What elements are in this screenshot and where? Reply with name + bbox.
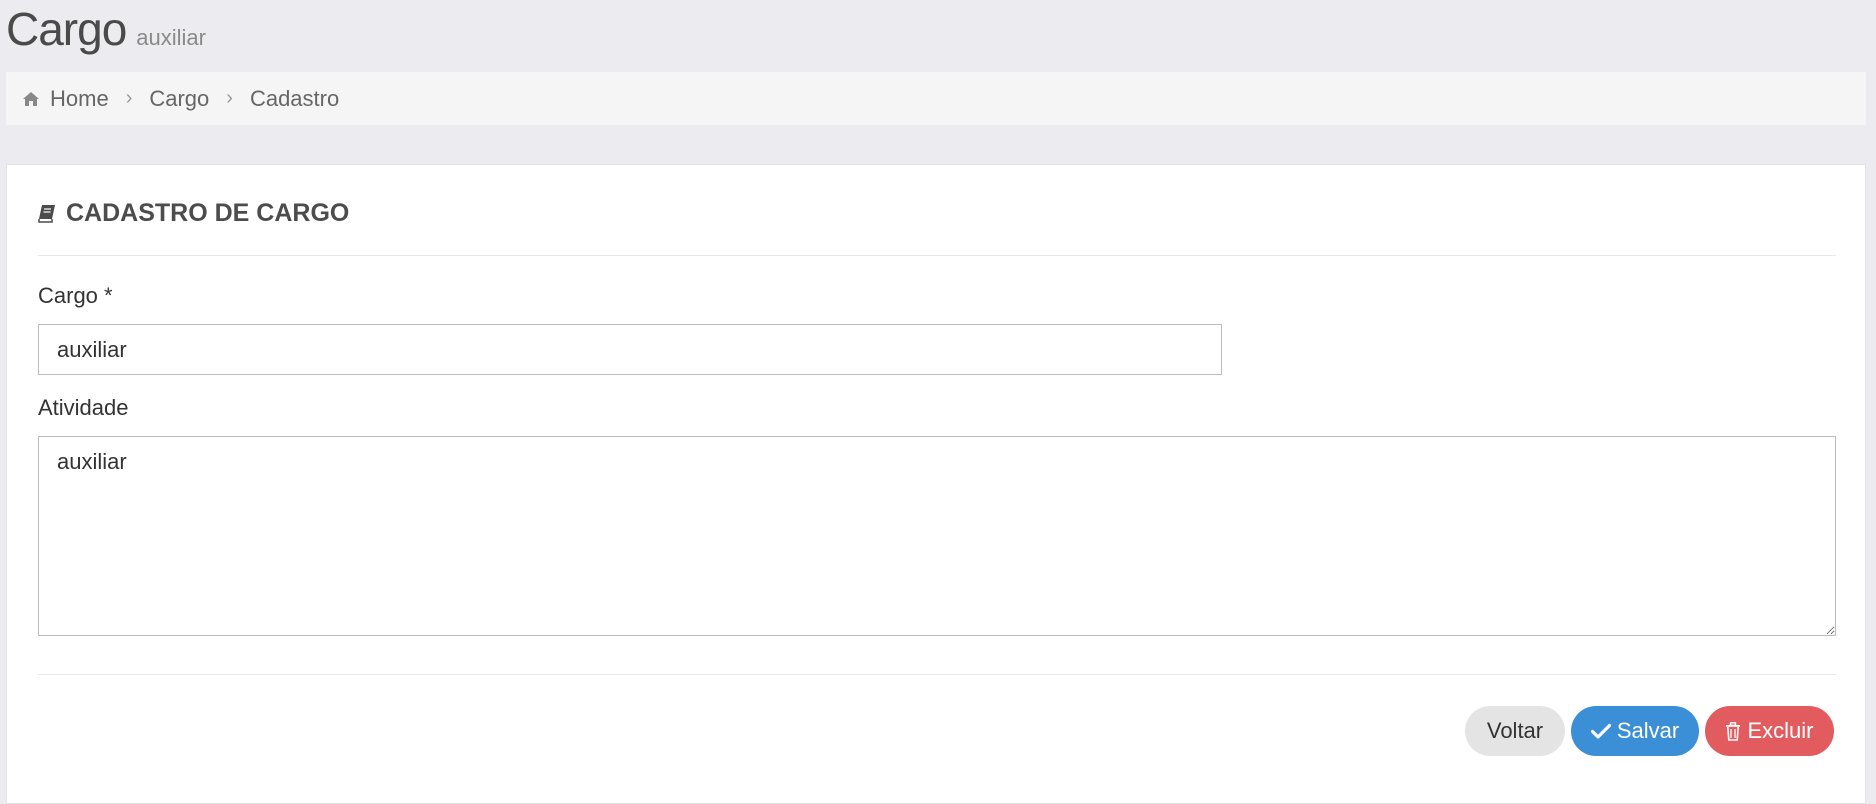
atividade-label: Atividade	[38, 395, 129, 420]
page-subtitle: auxiliar	[136, 25, 206, 50]
delete-button[interactable]: Excluir	[1705, 706, 1834, 756]
card-title: CADASTRO DE CARGO	[38, 199, 349, 228]
form-actions: Voltar Salvar Excluir	[1465, 706, 1834, 756]
back-button[interactable]: Voltar	[1465, 706, 1565, 756]
breadcrumb-home[interactable]: Home	[50, 86, 109, 112]
save-button[interactable]: Salvar	[1571, 706, 1699, 756]
cargo-label: Cargo *	[38, 283, 113, 308]
divider	[38, 255, 1836, 256]
check-icon	[1590, 723, 1611, 739]
book-icon	[38, 204, 58, 224]
breadcrumb-cadastro: Cadastro	[249, 85, 340, 111]
page-header: Cargo auxiliar	[6, 2, 206, 62]
page-title: Cargo	[6, 3, 127, 55]
form-card: CADASTRO DE CARGO Cargo * Atividade auxi…	[6, 164, 1866, 804]
save-button-label: Salvar	[1616, 718, 1680, 743]
card-title-text: CADASTRO DE CARGO	[66, 199, 350, 227]
trash-icon	[1725, 721, 1741, 741]
home-icon	[22, 90, 42, 108]
breadcrumb-separator: ›	[125, 87, 133, 109]
divider	[38, 674, 1836, 675]
atividade-textarea[interactable]: auxiliar	[38, 436, 1836, 636]
breadcrumb-cargo[interactable]: Cargo	[149, 86, 209, 112]
back-button-label: Voltar	[1486, 718, 1544, 743]
cargo-input[interactable]	[38, 324, 1222, 375]
breadcrumb-separator: ›	[226, 87, 233, 109]
breadcrumb: Home › Cargo › Cadastro	[6, 72, 1866, 125]
delete-button-label: Excluir	[1747, 718, 1814, 743]
